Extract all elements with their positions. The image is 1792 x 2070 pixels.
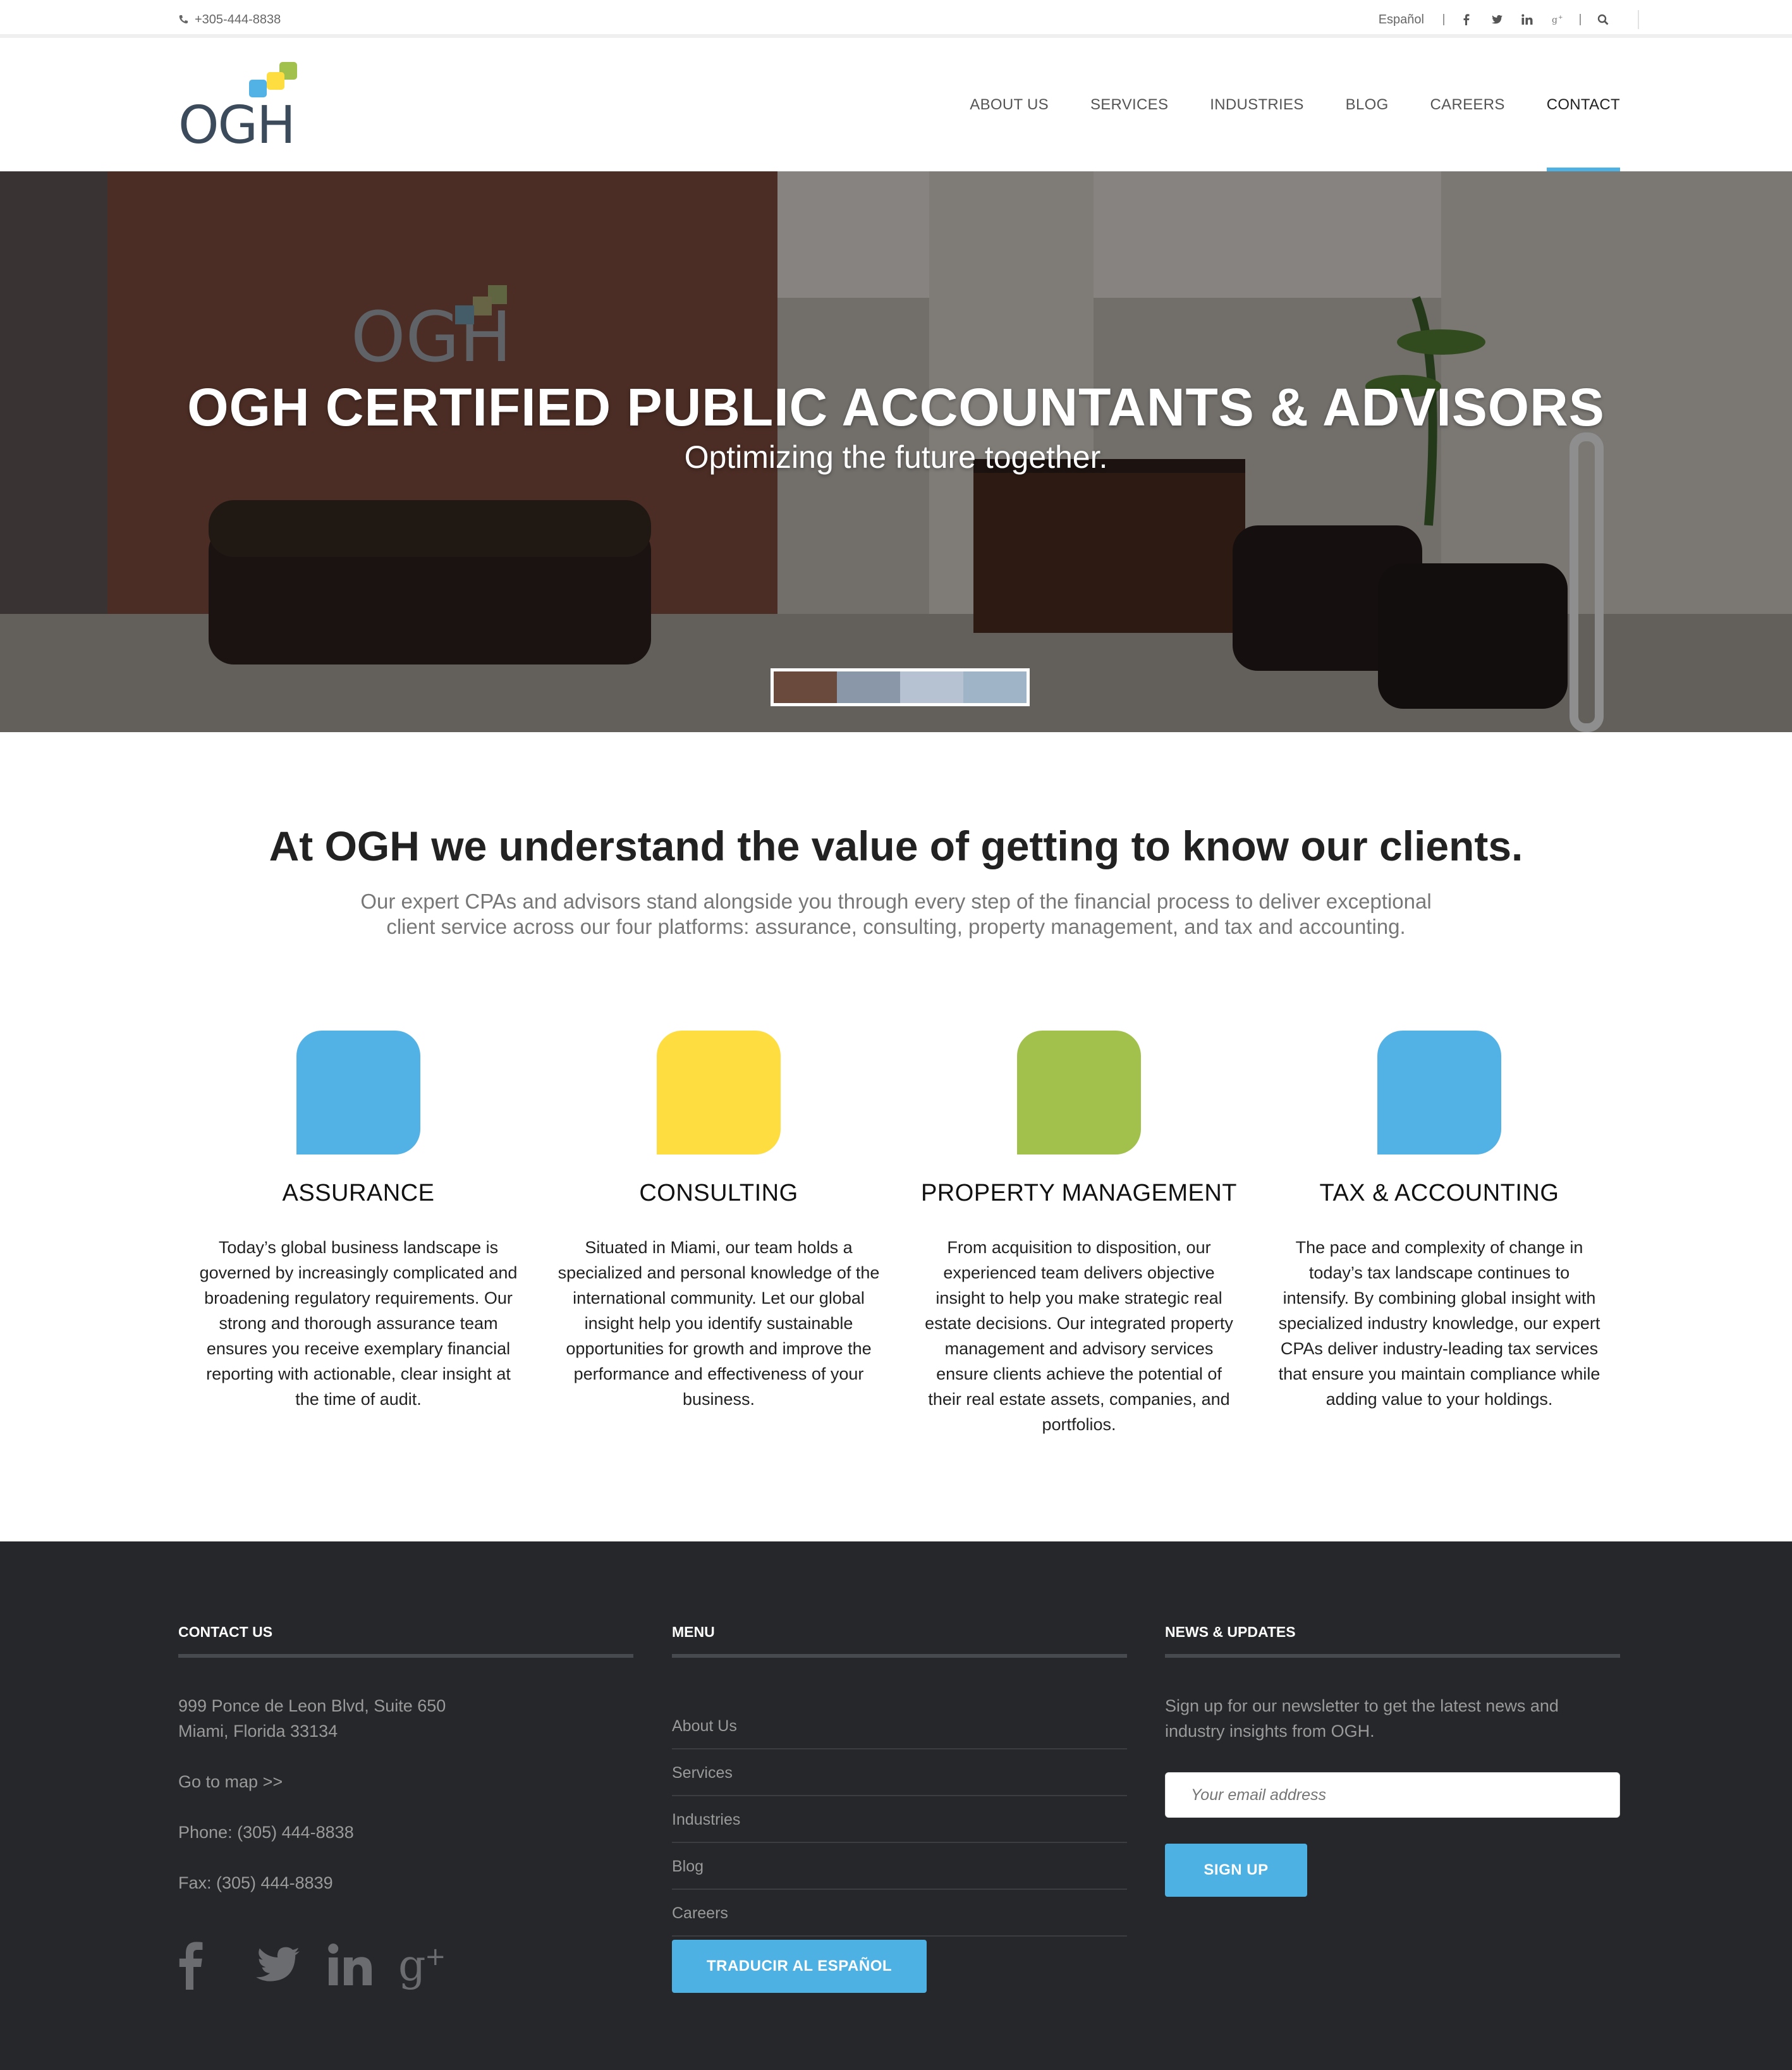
linkedin-icon[interactable] [1519,11,1535,28]
service-tax-accounting: TAX & ACCOUNTING The pace and complexity… [1259,1031,1619,1437]
divider [1638,10,1639,29]
intro-title: At OGH we understand the value of gettin… [269,823,1523,869]
phone-icon [179,15,188,23]
top-phone[interactable]: +305-444-8838 [178,10,281,29]
logo-square-yellow [267,72,284,90]
svg-text:+: + [1558,15,1563,21]
logo-text: OGH [178,95,296,156]
footer-heading: NEWS & UPDATES [1165,1624,1296,1640]
divider [1443,14,1444,25]
slider-thumbnail[interactable] [900,671,963,703]
site-header: OGH ABOUT US SERVICES INDUSTRIES BLOG CA… [0,42,1792,172]
translate-button[interactable]: TRADUCIR AL ESPAÑOL [672,1940,927,1993]
service-consulting: CONSULTING Situated in Miami, our team h… [539,1031,899,1437]
services-grid: ASSURANCE Today’s global business landsc… [178,1031,1619,1437]
top-utility-bar: +305-444-8838 Español g + [0,0,1792,38]
service-text: The pace and complexity of change in tod… [1278,1238,1600,1409]
footer-heading: MENU [672,1624,715,1640]
nav-careers[interactable]: CAREERS [1430,96,1505,172]
tax-accounting-tile-icon[interactable] [1377,1031,1501,1154]
language-link[interactable]: Español [1379,13,1424,27]
footer-menu-industries[interactable]: Industries [672,1796,1127,1843]
hero-slider: OGH OGH CERTIFIED PUBLIC ACCOUNTANTS & A… [0,171,1792,732]
svg-text:+: + [425,1942,446,1971]
nav-services[interactable]: SERVICES [1090,96,1168,172]
footer-menu-careers[interactable]: Careers [672,1890,1127,1937]
twitter-icon[interactable] [1489,11,1505,28]
service-property-management: PROPERTY MANAGEMENT From acquisition to … [899,1031,1259,1437]
service-text: From acquisition to disposition, our exp… [925,1238,1233,1434]
footer-phone[interactable]: Phone: (305) 444-8838 [178,1820,446,1845]
slider-thumbnail[interactable] [963,671,1027,703]
service-text: Today’s global business landscape is gov… [199,1238,518,1409]
nav-blog[interactable]: BLOG [1346,96,1389,172]
nav-about-us[interactable]: ABOUT US [970,96,1049,172]
slider-thumbnails [771,668,1030,706]
main-nav: ABOUT US SERVICES INDUSTRIES BLOG CAREER… [928,96,1621,172]
linkedin-icon[interactable] [325,1940,398,2003]
footer-menu-blog[interactable]: Blog [672,1843,1127,1890]
nav-industries[interactable]: INDUSTRIES [1210,96,1303,172]
divider [178,1654,633,1658]
divider [1580,14,1581,25]
assurance-tile-icon[interactable] [296,1031,420,1154]
divider [672,1654,1127,1658]
logo-square-blue [249,80,267,97]
address-line-2: Miami, Florida 33134 [178,1722,338,1741]
site-footer: CONTACT US 999 Ponce de Leon Blvd, Suite… [0,1541,1792,2070]
nav-contact[interactable]: CONTACT [1546,96,1621,172]
search-icon[interactable] [1595,11,1611,28]
email-field[interactable] [1165,1772,1620,1818]
footer-menu-services[interactable]: Services [672,1749,1127,1796]
google-plus-icon[interactable]: g + [398,1940,472,2003]
footer-menu-about-us[interactable]: About Us [672,1703,1127,1749]
service-title[interactable]: PROPERTY MANAGEMENT [921,1180,1237,1207]
facebook-icon[interactable] [1458,11,1475,28]
service-title[interactable]: ASSURANCE [283,1180,435,1207]
top-phone-number: +305-444-8838 [195,12,281,27]
divider [1165,1654,1620,1658]
service-title[interactable]: TAX & ACCOUNTING [1320,1180,1559,1207]
sign-up-button[interactable]: SIGN UP [1165,1844,1307,1897]
footer-fax: Fax: (305) 444-8839 [178,1873,333,1892]
hero-subtitle: Optimizing the future together. [684,439,1108,475]
address-line-1: 999 Ponce de Leon Blvd, Suite 650 [178,1696,446,1715]
svg-text:g: g [398,1941,426,1990]
intro-text: Our expert CPAs and advisors stand along… [360,890,1432,938]
footer-social: g + [178,1940,472,2003]
hero-title: OGH CERTIFIED PUBLIC ACCOUNTANTS & ADVIS… [187,377,1605,437]
logo[interactable]: OGH [178,62,298,152]
footer-heading: CONTACT US [178,1624,273,1640]
google-plus-icon[interactable]: g + [1549,11,1566,28]
footer-menu: About Us Services Industries Blog Career… [672,1703,1127,1937]
slider-thumbnail[interactable] [837,671,900,703]
consulting-tile-icon[interactable] [657,1031,781,1154]
service-title[interactable]: CONSULTING [639,1180,798,1207]
service-text: Situated in Miami, our team holds a spec… [558,1238,880,1409]
twitter-icon[interactable] [252,1940,325,2003]
svg-text:g: g [1552,15,1557,25]
slider-thumbnail[interactable] [774,671,837,703]
facebook-icon[interactable] [178,1940,252,2003]
service-assurance: ASSURANCE Today’s global business landsc… [178,1031,539,1437]
newsletter-text: Sign up for our newsletter to get the la… [1165,1696,1559,1741]
go-to-map-link[interactable]: Go to map >> [178,1769,446,1794]
property-management-tile-icon[interactable] [1017,1031,1141,1154]
